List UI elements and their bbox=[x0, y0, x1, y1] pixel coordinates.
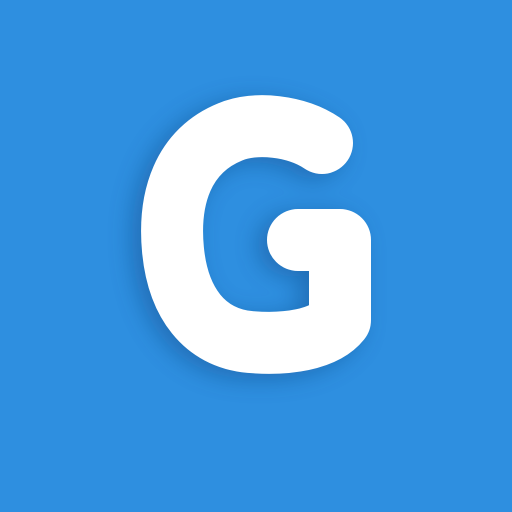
icon-background bbox=[0, 0, 512, 512]
app-icon bbox=[0, 0, 512, 512]
g-letter-logo-icon bbox=[0, 0, 512, 512]
